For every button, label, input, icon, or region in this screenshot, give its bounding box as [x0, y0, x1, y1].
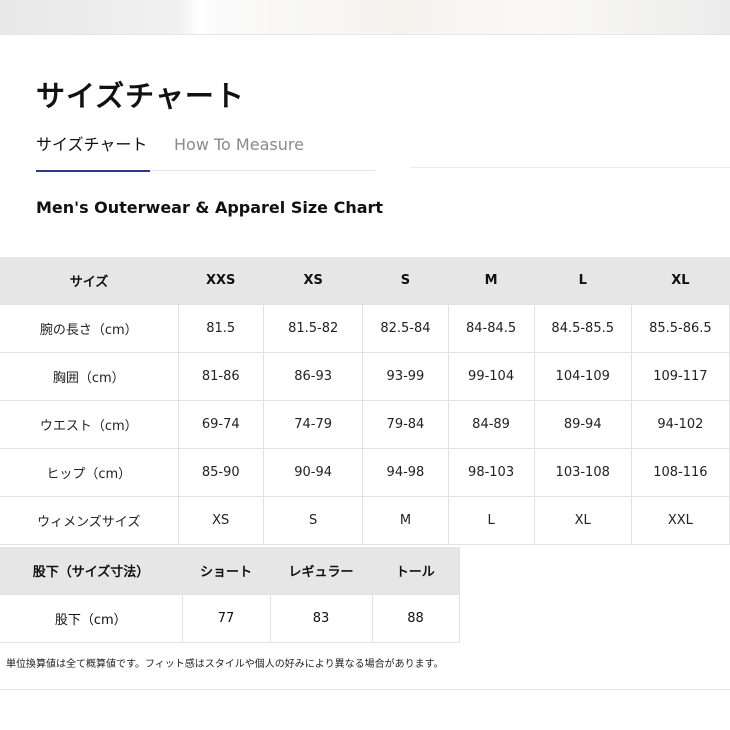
tab-divider — [150, 170, 375, 171]
table-cell: 94-98 — [362, 448, 449, 497]
table-row: ウィメンズサイズ XS S M L XL XXL — [0, 496, 730, 545]
table-row: ヒップ（cm） 85-90 90-94 94-98 98-103 103-108… — [0, 448, 730, 497]
table-cell: 84-89 — [448, 400, 535, 449]
chart-title: Men's Outerwear & Apparel Size Chart — [36, 198, 384, 217]
row-label: 胸囲（cm） — [0, 352, 179, 401]
table-header-cell: XL — [631, 257, 730, 305]
table-cell: 81.5 — [178, 304, 264, 353]
table-cell: 93-99 — [362, 352, 449, 401]
table-header-cell: ショート — [182, 547, 270, 595]
tab-how-to-measure[interactable]: How To Measure — [174, 130, 304, 170]
table-cell: 74-79 — [263, 400, 364, 449]
row-label: 股下（cm） — [0, 594, 183, 643]
table-cell: 98-103 — [448, 448, 535, 497]
table-cell: 82.5-84 — [362, 304, 449, 353]
table-header-row: 股下（サイズ寸法） ショート レギュラー トール — [0, 547, 460, 595]
table-cell: XXL — [631, 496, 730, 545]
table-cell: 104-109 — [534, 352, 632, 401]
table-header-row: サイズ XXS XS S M L XL — [0, 257, 730, 305]
table-row: 胸囲（cm） 81-86 86-93 93-99 99-104 104-109 … — [0, 352, 730, 401]
row-label: 腕の長さ（cm） — [0, 304, 179, 353]
table-header-cell: レギュラー — [270, 547, 372, 595]
table-row: ウエスト（cm） 69-74 74-79 79-84 84-89 89-94 9… — [0, 400, 730, 449]
table-cell: 99-104 — [448, 352, 535, 401]
table-cell: 94-102 — [631, 400, 730, 449]
table-header-cell: サイズ — [0, 257, 178, 305]
table-cell: 108-116 — [631, 448, 730, 497]
table-row: 股下（cm） 77 83 88 — [0, 594, 460, 643]
table-cell: L — [448, 496, 535, 545]
table-header-cell: トール — [372, 547, 460, 595]
page-title: サイズチャート — [36, 79, 245, 113]
table-header-cell: M — [448, 257, 535, 305]
table-header-cell: L — [534, 257, 632, 305]
table-cell: M — [362, 496, 449, 545]
table-cell: 89-94 — [534, 400, 632, 449]
table-cell: 69-74 — [178, 400, 264, 449]
table-cell: 79-84 — [362, 400, 449, 449]
table-cell: 90-94 — [263, 448, 364, 497]
tab-size-chart[interactable]: サイズチャート — [36, 130, 150, 172]
table-cell: 103-108 — [534, 448, 632, 497]
table-cell: 88 — [372, 594, 460, 643]
table-cell: 85-90 — [178, 448, 264, 497]
table-cell: S — [263, 496, 364, 545]
row-label: ウエスト（cm） — [0, 400, 179, 449]
table-cell: 85.5-86.5 — [631, 304, 730, 353]
table-cell: 84.5-85.5 — [534, 304, 632, 353]
table-header-cell: XXS — [178, 257, 264, 305]
inseam-table: 股下（サイズ寸法） ショート レギュラー トール 股下（cm） 77 83 88 — [0, 547, 460, 643]
bottom-divider — [0, 689, 730, 690]
table-cell: XS — [178, 496, 264, 545]
hero-divider — [200, 0, 204, 34]
footnote: 単位換算値は全て概算値です。フィット感はスタイルや個人の好みにより異なる場合があ… — [6, 659, 444, 670]
table-cell: 86-93 — [263, 352, 364, 401]
size-chart-table: サイズ XXS XS S M L XL 腕の長さ（cm） 81.5 81.5-8… — [0, 257, 730, 545]
table-header-cell: XS — [263, 257, 363, 305]
table-cell: 83 — [270, 594, 373, 643]
hero-image — [0, 0, 730, 35]
table-row: 腕の長さ（cm） 81.5 81.5-82 82.5-84 84-84.5 84… — [0, 304, 730, 353]
table-cell: 77 — [182, 594, 271, 643]
row-label: ウィメンズサイズ — [0, 496, 179, 545]
table-header-cell: 股下（サイズ寸法） — [0, 547, 182, 595]
table-cell: 81-86 — [178, 352, 264, 401]
table-cell: 109-117 — [631, 352, 730, 401]
table-cell: 81.5-82 — [263, 304, 364, 353]
table-cell: XL — [534, 496, 632, 545]
tab-divider-right — [410, 167, 730, 168]
row-label: ヒップ（cm） — [0, 448, 179, 497]
table-header-cell: S — [362, 257, 449, 305]
table-cell: 84-84.5 — [448, 304, 535, 353]
